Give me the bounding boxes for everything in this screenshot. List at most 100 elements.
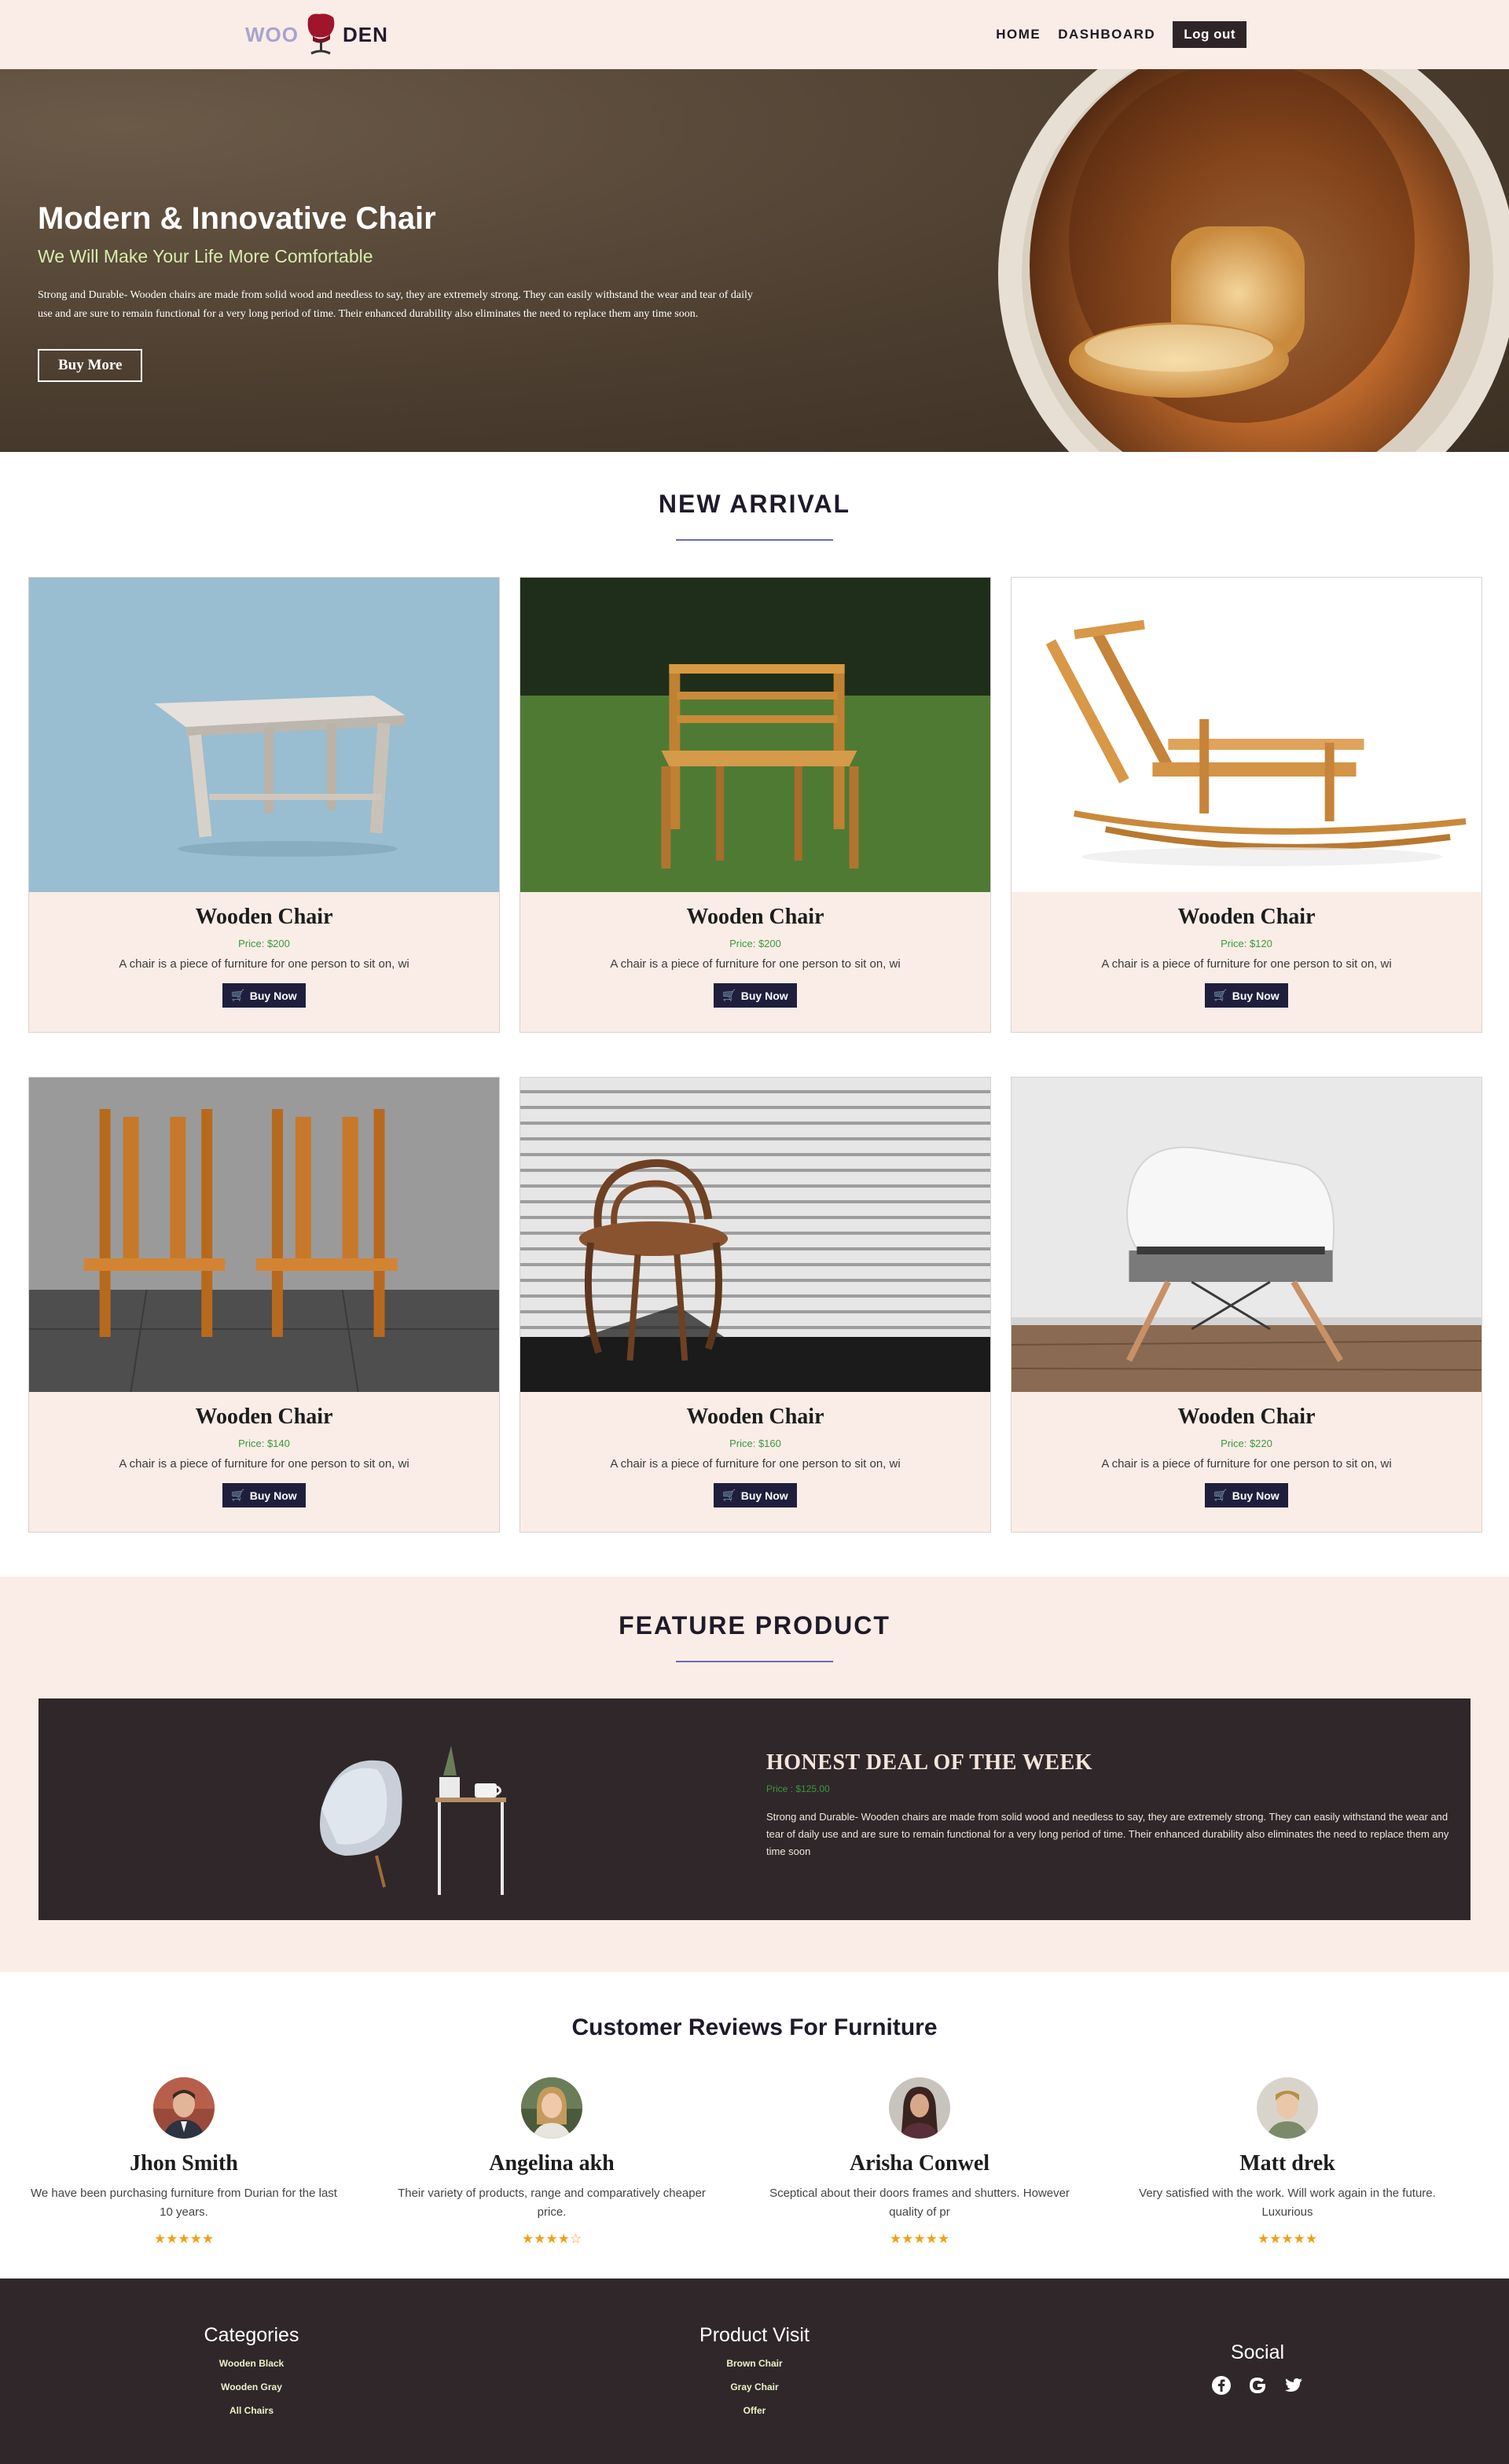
product-image[interactable] xyxy=(29,1078,499,1392)
cart-icon: 🛒 xyxy=(231,989,245,1001)
footer-social: Social xyxy=(1006,2324,1509,2464)
star-rating: ★★★★☆ xyxy=(521,2231,582,2246)
product-price: Price: $160 xyxy=(729,1438,781,1449)
product-price: Price: $140 xyxy=(238,1438,290,1449)
buy-now-button[interactable]: 🛒 Buy Now xyxy=(714,983,797,1008)
product-image[interactable] xyxy=(1012,1078,1481,1392)
reviews-section: Customer Reviews For Furniture Jhon Smit… xyxy=(0,1972,1509,2279)
footer-categories: Categories Wooden Black Wooden Gray All … xyxy=(0,2324,503,2464)
cart-icon: 🛒 xyxy=(231,1489,245,1501)
hero-banner: Modern & Innovative Chair We Will Make Y… xyxy=(0,69,1509,452)
nav-links: HOME DASHBOARD Log out xyxy=(996,21,1246,48)
product-description: A chair is a piece of furniture for one … xyxy=(119,1457,409,1471)
avatar xyxy=(1257,2077,1318,2139)
review-card: Jhon Smith We have been purchasing furni… xyxy=(0,2077,368,2247)
nav-home-link[interactable]: HOME xyxy=(996,27,1041,42)
nav-dashboard-link[interactable]: DASHBOARD xyxy=(1058,27,1155,42)
avatar xyxy=(889,2077,950,2139)
buy-now-button[interactable]: 🛒 Buy Now xyxy=(222,1483,306,1507)
review-text: Sceptical about their doors frames and s… xyxy=(769,2187,1070,2219)
product-card: Wooden Chair Price: $140 A chair is a pi… xyxy=(28,1077,500,1533)
google-icon[interactable] xyxy=(1247,2375,1268,2396)
hero-subtitle: We Will Make Your Life More Comfortable xyxy=(38,246,373,266)
product-image[interactable] xyxy=(520,578,990,892)
feature-product-image xyxy=(39,1698,766,1920)
buy-more-button[interactable]: Buy More xyxy=(38,349,143,382)
logout-button[interactable]: Log out xyxy=(1173,21,1246,48)
product-name: Wooden Chair xyxy=(1177,905,1316,929)
review-card: Angelina akh Their variety of products, … xyxy=(368,2077,736,2247)
hero-description: Strong and Durable- Wooden chairs are ma… xyxy=(38,289,753,320)
product-grid: Wooden Chair Price: $200 A chair is a pi… xyxy=(0,577,1509,1533)
logo-text-left: WOO xyxy=(245,22,299,46)
product-image[interactable] xyxy=(29,578,499,892)
cart-icon: 🛒 xyxy=(1213,989,1228,1001)
buy-now-button[interactable]: 🛒 Buy Now xyxy=(222,983,306,1008)
reviewer-name: Arisha Conwel xyxy=(849,2151,990,2176)
star-rating: ★★★★★ xyxy=(153,2231,215,2246)
avatar xyxy=(521,2077,582,2139)
footer-link-gray-chair[interactable]: Gray Chair xyxy=(503,2381,1006,2392)
product-description: A chair is a piece of furniture for one … xyxy=(1101,1457,1392,1471)
reviews-title: Customer Reviews For Furniture xyxy=(571,2014,938,2040)
review-text: Very satisfied with the work. Will work … xyxy=(1139,2187,1436,2219)
product-price: Price: $220 xyxy=(1221,1438,1272,1449)
footer-link-brown-chair[interactable]: Brown Chair xyxy=(503,2358,1006,2369)
feature-description: Strong and Durable- Wooden chairs are ma… xyxy=(766,1811,1449,1857)
footer-categories-title: Categories xyxy=(204,2324,299,2346)
product-description: A chair is a piece of furniture for one … xyxy=(610,957,901,971)
feature-product-card: HONEST DEAL OF THE WEEK Price : $125.00 … xyxy=(39,1698,1470,1920)
product-price: Price: $200 xyxy=(729,938,781,949)
review-grid: Jhon Smith We have been purchasing furni… xyxy=(0,2077,1509,2247)
reviewer-name: Jhon Smith xyxy=(130,2151,238,2176)
footer-product-visit-title: Product Visit xyxy=(699,2324,810,2346)
footer-link-offer[interactable]: Offer xyxy=(503,2405,1006,2416)
logo[interactable]: WOO DEN xyxy=(245,11,388,58)
section-title-new-arrival: NEW ARRIVAL xyxy=(658,490,851,518)
footer-link-wooden-black[interactable]: Wooden Black xyxy=(0,2358,503,2369)
new-arrival-section: NEW ARRIVAL Wooden Chair Price: $200 A c… xyxy=(0,452,1509,1577)
review-card: Arisha Conwel Sceptical about their door… xyxy=(736,2077,1103,2247)
product-name: Wooden Chair xyxy=(195,905,333,929)
logo-chair-icon xyxy=(307,13,335,55)
buy-now-button[interactable]: 🛒 Buy Now xyxy=(714,1483,797,1507)
footer-link-all-chairs[interactable]: All Chairs xyxy=(0,2405,503,2416)
logo-text-right: DEN xyxy=(343,22,388,46)
facebook-icon[interactable] xyxy=(1211,2375,1232,2396)
product-name: Wooden Chair xyxy=(686,1405,824,1429)
product-card: Wooden Chair Price: $160 A chair is a pi… xyxy=(520,1077,991,1533)
product-description: A chair is a piece of furniture for one … xyxy=(610,1457,901,1471)
footer: Categories Wooden Black Wooden Gray All … xyxy=(0,2279,1509,2464)
reviewer-name: Matt drek xyxy=(1239,2151,1335,2176)
footer-social-title: Social xyxy=(1230,2341,1285,2363)
reviewer-name: Angelina akh xyxy=(489,2151,615,2176)
footer-product-visit: Product Visit Brown Chair Gray Chair Off… xyxy=(503,2324,1006,2464)
buy-now-button[interactable]: 🛒 Buy Now xyxy=(1205,1483,1288,1507)
product-card: Wooden Chair Price: $200 A chair is a pi… xyxy=(28,577,500,1033)
feature-price: Price : $125.00 xyxy=(766,1783,830,1794)
product-image[interactable] xyxy=(520,1078,990,1392)
review-card: Matt drek Very satisfied with the work. … xyxy=(1103,2077,1471,2247)
product-card: Wooden Chair Price: $220 A chair is a pi… xyxy=(1011,1077,1482,1533)
hero-title: Modern & Innovative Chair xyxy=(38,201,436,236)
hero-text: Modern & Innovative Chair We Will Make Y… xyxy=(38,201,758,382)
review-text: We have been purchasing furniture from D… xyxy=(31,2187,337,2219)
product-card: Wooden Chair Price: $200 A chair is a pi… xyxy=(520,577,991,1033)
feature-product-section: FEATURE PRODUCT HONEST DEAL OF THE WEEK … xyxy=(0,1577,1509,1972)
product-name: Wooden Chair xyxy=(195,1405,333,1429)
review-text: Their variety of products, range and com… xyxy=(398,2187,706,2219)
avatar xyxy=(153,2077,215,2139)
product-name: Wooden Chair xyxy=(686,905,824,929)
product-image[interactable] xyxy=(1012,578,1481,892)
product-description: A chair is a piece of furniture for one … xyxy=(119,957,409,971)
product-price: Price: $200 xyxy=(238,938,290,949)
cart-icon: 🛒 xyxy=(722,989,736,1001)
twitter-icon[interactable] xyxy=(1283,2375,1304,2396)
cart-icon: 🛒 xyxy=(1213,1489,1228,1501)
section-title-feature-product: FEATURE PRODUCT xyxy=(619,1611,890,1640)
navbar: WOO DEN HOME DASHBOARD Log out xyxy=(0,0,1509,69)
footer-link-wooden-gray[interactable]: Wooden Gray xyxy=(0,2381,503,2392)
cart-icon: 🛒 xyxy=(722,1489,736,1501)
hero-egg-chair-image xyxy=(998,69,1509,452)
buy-now-button[interactable]: 🛒 Buy Now xyxy=(1205,983,1288,1008)
